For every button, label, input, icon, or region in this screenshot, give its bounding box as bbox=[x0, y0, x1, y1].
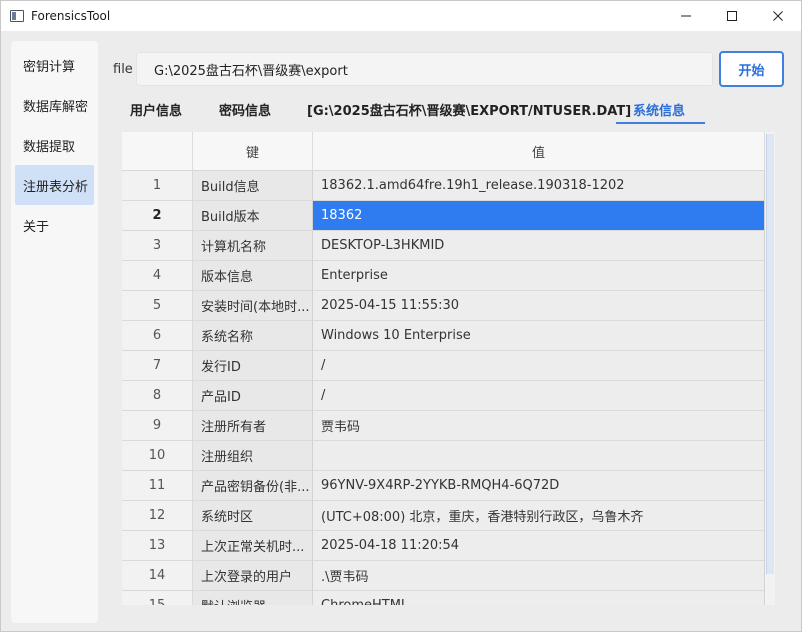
tab-password-info[interactable]: 密码信息 bbox=[219, 95, 271, 123]
table-row[interactable]: 4 版本信息 Enterprise bbox=[122, 261, 765, 291]
close-icon bbox=[773, 11, 783, 21]
key-cell[interactable]: 注册所有者 bbox=[193, 411, 313, 441]
vertical-scrollbar[interactable] bbox=[765, 132, 775, 605]
window-controls bbox=[663, 1, 801, 31]
key-cell[interactable]: 安装时间(本地时... bbox=[193, 291, 313, 321]
sidebar: 密钥计算 数据库解密 数据提取 注册表分析 关于 bbox=[11, 41, 98, 623]
active-tab-indicator bbox=[616, 122, 705, 124]
key-cell[interactable]: 系统名称 bbox=[193, 321, 313, 351]
table-row[interactable]: 12 系统时区 (UTC+08:00) 北京，重庆，香港特别行政区，乌鲁木齐 bbox=[122, 501, 765, 531]
sidebar-item-label: 数据提取 bbox=[23, 139, 76, 155]
key-cell[interactable]: 默认浏览器 bbox=[193, 591, 313, 605]
row-index-cell[interactable]: 6 bbox=[122, 321, 193, 351]
value-cell[interactable]: / bbox=[313, 351, 765, 381]
file-label: file bbox=[113, 62, 133, 77]
app-window: ForensicsTool 密钥计算 数据库解密 数据提取 注册表分析 关于 f… bbox=[0, 0, 802, 632]
value-cell[interactable]: 18362 bbox=[313, 201, 765, 231]
row-index-cell[interactable]: 7 bbox=[122, 351, 193, 381]
row-index-cell[interactable]: 4 bbox=[122, 261, 193, 291]
row-index-cell[interactable]: 10 bbox=[122, 441, 193, 471]
key-cell[interactable]: Build版本 bbox=[193, 201, 313, 231]
table-row[interactable]: 2 Build版本 18362 bbox=[122, 201, 765, 231]
row-index-cell[interactable]: 5 bbox=[122, 291, 193, 321]
table-row[interactable]: 9 注册所有者 贾韦码 bbox=[122, 411, 765, 441]
value-cell[interactable]: Enterprise bbox=[313, 261, 765, 291]
row-index-cell[interactable]: 2 bbox=[122, 201, 193, 231]
column-header-index[interactable] bbox=[122, 132, 193, 171]
sidebar-item-label: 密钥计算 bbox=[23, 59, 76, 75]
minimize-button[interactable] bbox=[663, 1, 709, 31]
column-header-value[interactable]: 值 bbox=[313, 132, 765, 171]
tab-system-info[interactable]: 系统信息 bbox=[633, 95, 685, 123]
system-info-table: 键 值 1 Build信息 18362.1.amd64fre.19h1_releas… bbox=[122, 132, 775, 605]
row-index-cell[interactable]: 12 bbox=[122, 501, 193, 531]
key-cell[interactable]: 系统时区 bbox=[193, 501, 313, 531]
key-cell[interactable]: 上次登录的用户 bbox=[193, 561, 313, 591]
file-path-input[interactable] bbox=[136, 52, 713, 86]
value-cell[interactable]: 贾韦码 bbox=[313, 411, 765, 441]
table-row[interactable]: 11 产品密钥备份(非... 96YNV-9X4RP-2YYKB-RMQH4-6Q7… bbox=[122, 471, 765, 501]
table-row[interactable]: 7 发行ID / bbox=[122, 351, 765, 381]
minimize-icon bbox=[681, 15, 691, 17]
table-row[interactable]: 1 Build信息 18362.1.amd64fre.19h1_release.19… bbox=[122, 171, 765, 201]
close-button[interactable] bbox=[755, 1, 801, 31]
table-row[interactable]: 8 产品ID / bbox=[122, 381, 765, 411]
maximize-button[interactable] bbox=[709, 1, 755, 31]
table-row[interactable]: 5 安装时间(本地时... 2025-04-15 11:55:30 bbox=[122, 291, 765, 321]
table-row[interactable]: 14 上次登录的用户 .\贾韦码 bbox=[122, 561, 765, 591]
row-index-cell[interactable]: 11 bbox=[122, 471, 193, 501]
app-icon bbox=[10, 10, 24, 22]
key-cell[interactable]: Build信息 bbox=[193, 171, 313, 201]
table-row[interactable]: 13 上次正常关机时... 2025-04-18 11:20:54 bbox=[122, 531, 765, 561]
row-index-cell[interactable]: 13 bbox=[122, 531, 193, 561]
row-index-cell[interactable]: 9 bbox=[122, 411, 193, 441]
sidebar-item-registry-analysis[interactable]: 注册表分析 bbox=[15, 165, 94, 205]
row-index-cell[interactable]: 1 bbox=[122, 171, 193, 201]
column-header-key[interactable]: 键 bbox=[193, 132, 313, 171]
sidebar-item-label: 数据库解密 bbox=[23, 99, 89, 115]
sidebar-item-about[interactable]: 关于 bbox=[15, 205, 94, 245]
maximize-icon bbox=[727, 11, 737, 21]
key-cell[interactable]: 产品密钥备份(非... bbox=[193, 471, 313, 501]
title-bar[interactable]: ForensicsTool bbox=[1, 1, 801, 31]
value-cell[interactable]: 96YNV-9X4RP-2YYKB-RMQH4-6Q72D bbox=[313, 471, 765, 501]
key-cell[interactable]: 版本信息 bbox=[193, 261, 313, 291]
value-cell[interactable]: 2025-04-18 11:20:54 bbox=[313, 531, 765, 561]
key-cell[interactable]: 上次正常关机时... bbox=[193, 531, 313, 561]
tab-user-info[interactable]: 用户信息 bbox=[130, 95, 182, 123]
value-cell[interactable]: .\贾韦码 bbox=[313, 561, 765, 591]
sidebar-item-data-extract[interactable]: 数据提取 bbox=[15, 125, 94, 165]
scrollbar-thumb[interactable] bbox=[766, 134, 774, 574]
row-index-cell[interactable]: 14 bbox=[122, 561, 193, 591]
key-cell[interactable]: 发行ID bbox=[193, 351, 313, 381]
value-cell[interactable]: / bbox=[313, 381, 765, 411]
row-index-cell[interactable]: 15 bbox=[122, 591, 193, 605]
window-title: ForensicsTool bbox=[31, 9, 111, 23]
sidebar-item-label: 关于 bbox=[23, 219, 50, 235]
value-cell[interactable]: 2025-04-15 11:55:30 bbox=[313, 291, 765, 321]
sidebar-item-key-calc[interactable]: 密钥计算 bbox=[15, 45, 94, 85]
value-cell[interactable]: 18362.1.amd64fre.19h1_release.190318-120… bbox=[313, 171, 765, 201]
value-cell[interactable] bbox=[313, 441, 765, 471]
value-cell[interactable]: (UTC+08:00) 北京，重庆，香港特别行政区，乌鲁木齐 bbox=[313, 501, 765, 531]
row-index-cell[interactable]: 3 bbox=[122, 231, 193, 261]
value-cell[interactable]: Windows 10 Enterprise bbox=[313, 321, 765, 351]
sidebar-item-db-decrypt[interactable]: 数据库解密 bbox=[15, 85, 94, 125]
table-row[interactable]: 10 注册组织 bbox=[122, 441, 765, 471]
key-cell[interactable]: 产品ID bbox=[193, 381, 313, 411]
value-cell[interactable]: DESKTOP-L3HKMID bbox=[313, 231, 765, 261]
table-row[interactable]: 6 系统名称 Windows 10 Enterprise bbox=[122, 321, 765, 351]
table-row[interactable]: 15默认浏览器ChromeHTML bbox=[122, 591, 765, 605]
tab-ntuser-dat[interactable]: [G:\2025盘古石杯\晋级赛\EXPORT/NTUSER.DAT] bbox=[307, 95, 631, 123]
start-button[interactable]: 开始 bbox=[719, 51, 784, 87]
sidebar-item-label: 注册表分析 bbox=[23, 179, 89, 195]
row-index-cell[interactable]: 8 bbox=[122, 381, 193, 411]
table-row[interactable]: 3 计算机名称 DESKTOP-L3HKMID bbox=[122, 231, 765, 261]
value-cell[interactable]: ChromeHTML bbox=[313, 591, 765, 605]
key-cell[interactable]: 计算机名称 bbox=[193, 231, 313, 261]
key-cell[interactable]: 注册组织 bbox=[193, 441, 313, 471]
